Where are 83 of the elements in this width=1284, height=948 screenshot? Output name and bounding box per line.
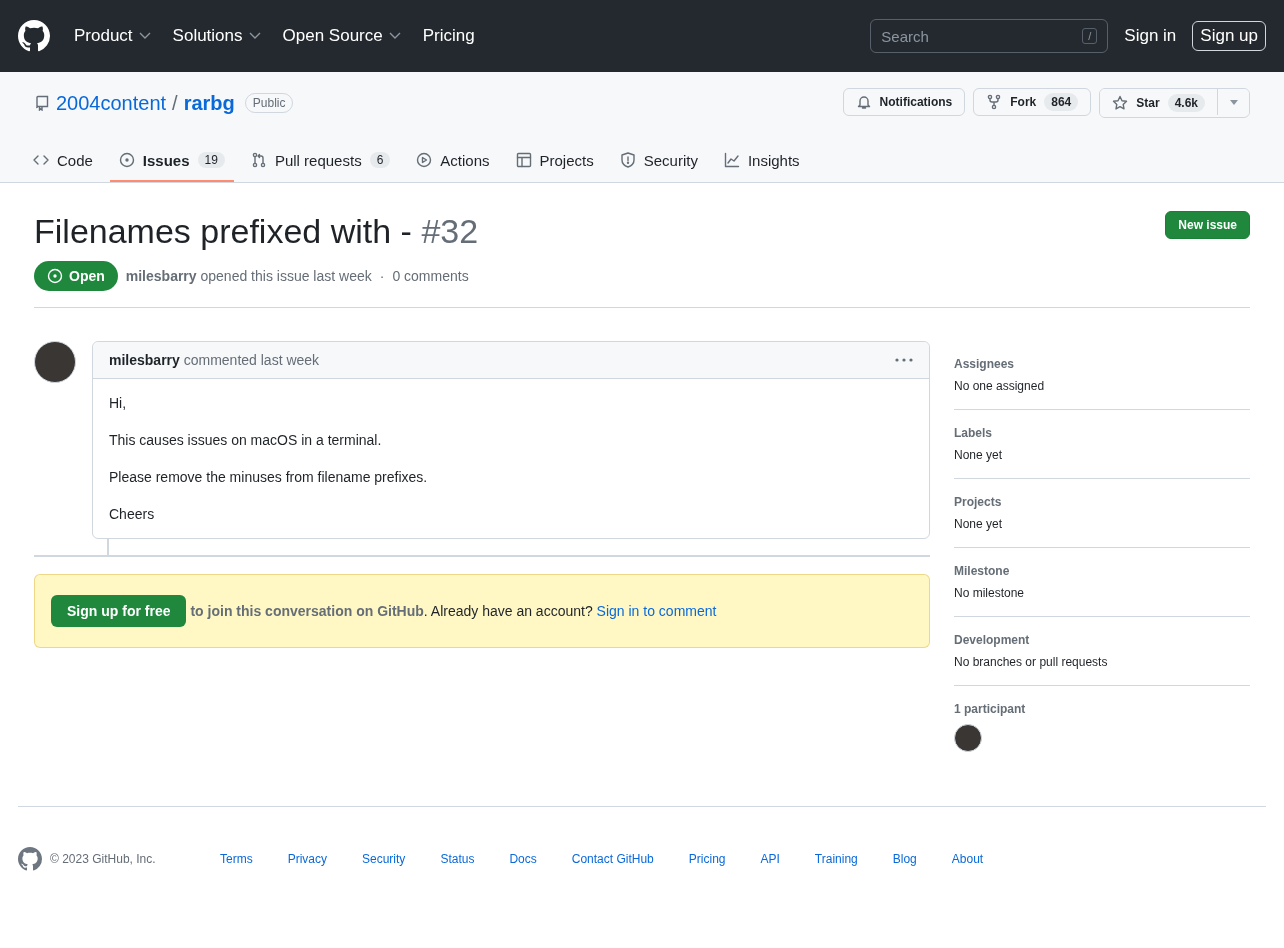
- more-options-button[interactable]: [895, 358, 913, 362]
- repo-name-link[interactable]: rarbg: [183, 91, 235, 115]
- footer-link[interactable]: API: [760, 852, 780, 866]
- sidebar-heading: 1 participant: [954, 702, 1027, 716]
- participant-avatar[interactable]: [954, 724, 982, 752]
- sidebar-heading: Assignees: [954, 357, 1016, 371]
- repo-tab[interactable]: Code: [24, 140, 102, 182]
- counter: 4.6k: [1167, 94, 1205, 112]
- sidebar-value: No branches or pull requests: [954, 655, 1109, 669]
- nav-menu[interactable]: Product: [74, 26, 151, 46]
- search-placeholder: Search: [881, 27, 929, 45]
- comment-paragraph: This causes issues on macOS in a terminal.: [109, 432, 383, 448]
- repo-tab[interactable]: Projects: [506, 140, 603, 182]
- nav-menu[interactable]: Solutions: [172, 26, 261, 46]
- comment-paragraph: Hi,: [109, 395, 128, 411]
- repo-tab[interactable]: Insights: [714, 140, 809, 182]
- nav-menu[interactable]: Pricing: [422, 26, 475, 46]
- sidebar-heading: Milestone: [954, 564, 1011, 578]
- footer-link[interactable]: Blog: [892, 852, 917, 866]
- play-icon: [416, 152, 433, 168]
- sign-in-to-comment-link[interactable]: Sign in to comment: [596, 603, 717, 619]
- issue-meta: milesbarry opened this issue last week: [125, 268, 372, 284]
- comment-paragraph: Cheers: [109, 506, 156, 522]
- fork-button[interactable]: Fork 864: [973, 88, 1092, 116]
- repo-tab[interactable]: Pull requests 6: [241, 140, 400, 182]
- footer-link[interactable]: Contact GitHub: [571, 852, 654, 866]
- signup-prompt: to join this conversation on GitHub. Already have an account? Sign in to comment: [190, 603, 717, 619]
- counter: 864: [1044, 93, 1079, 111]
- path-separator: /: [172, 91, 178, 115]
- new-issue-button[interactable]: New issue: [1165, 211, 1250, 239]
- sidebar-value: None yet: [954, 517, 1004, 531]
- github-logo-icon[interactable]: [18, 20, 50, 52]
- star-dropdown-button[interactable]: [1217, 89, 1249, 115]
- fork-icon: [986, 94, 1003, 110]
- comment-count: 0 comments: [392, 268, 469, 284]
- sign-in-link[interactable]: Sign in: [1124, 26, 1177, 46]
- sidebar-heading: Labels: [954, 426, 993, 440]
- sidebar-value: No milestone: [954, 586, 1026, 600]
- sidebar-value: None yet: [954, 448, 1004, 462]
- footer-link[interactable]: Docs: [509, 852, 537, 866]
- repo-owner-link[interactable]: 2004content: [56, 91, 167, 115]
- chevron-down-icon: [138, 32, 151, 40]
- avatar[interactable]: [34, 341, 76, 383]
- table-icon: [515, 152, 532, 168]
- footer-link[interactable]: Privacy: [287, 852, 327, 866]
- circle-dot-icon: [118, 152, 135, 168]
- comment-header: milesbarry commented last week: [109, 352, 320, 368]
- chevron-down-icon: [248, 32, 261, 40]
- sidebar-heading: Projects: [954, 495, 1003, 509]
- footer-link[interactable]: Training: [814, 852, 858, 866]
- circle-dot-icon: [47, 268, 63, 284]
- shortcut-key: /: [1082, 28, 1098, 44]
- issue-title: Filenames prefixed with - #32: [34, 211, 479, 252]
- footer-link[interactable]: Pricing: [688, 852, 726, 866]
- search-field[interactable]: Search /: [870, 19, 1109, 53]
- repo-tab[interactable]: Actions: [407, 140, 499, 182]
- footer-link[interactable]: About: [951, 852, 984, 866]
- meta-separator: ·: [379, 268, 385, 284]
- line-chart-icon: [723, 152, 740, 168]
- chevron-down-icon: [388, 32, 401, 40]
- pull-request-icon: [250, 152, 267, 168]
- caret-icon: [1229, 99, 1238, 105]
- repo-icon: [34, 95, 50, 111]
- bell-icon: [855, 94, 872, 110]
- notifications-button[interactable]: Notifications: [842, 88, 966, 116]
- kebab-icon: [895, 358, 913, 362]
- repo-tab[interactable]: Security: [610, 140, 707, 182]
- counter: 6: [369, 152, 391, 168]
- counter: 19: [197, 152, 225, 168]
- footer-link[interactable]: Status: [440, 852, 475, 866]
- sidebar-value: No one assigned: [954, 379, 1046, 393]
- footer-link[interactable]: Security: [362, 852, 406, 866]
- sign-up-free-button[interactable]: Sign up for free: [51, 595, 187, 627]
- footer-link[interactable]: Terms: [220, 852, 253, 866]
- shield-icon: [619, 152, 636, 168]
- sign-up-button[interactable]: Sign up: [1192, 21, 1266, 51]
- repo-tab[interactable]: Issues 19: [109, 140, 234, 182]
- copyright-text: © 2023 GitHub, Inc.: [50, 852, 157, 866]
- nav-menu[interactable]: Open Source: [282, 26, 401, 46]
- star-icon: [1112, 95, 1129, 111]
- comment-paragraph: Please remove the minuses from filename prefixes.: [109, 469, 429, 485]
- sidebar-heading: Development: [954, 633, 1031, 647]
- issue-state-badge: Open: [34, 261, 118, 291]
